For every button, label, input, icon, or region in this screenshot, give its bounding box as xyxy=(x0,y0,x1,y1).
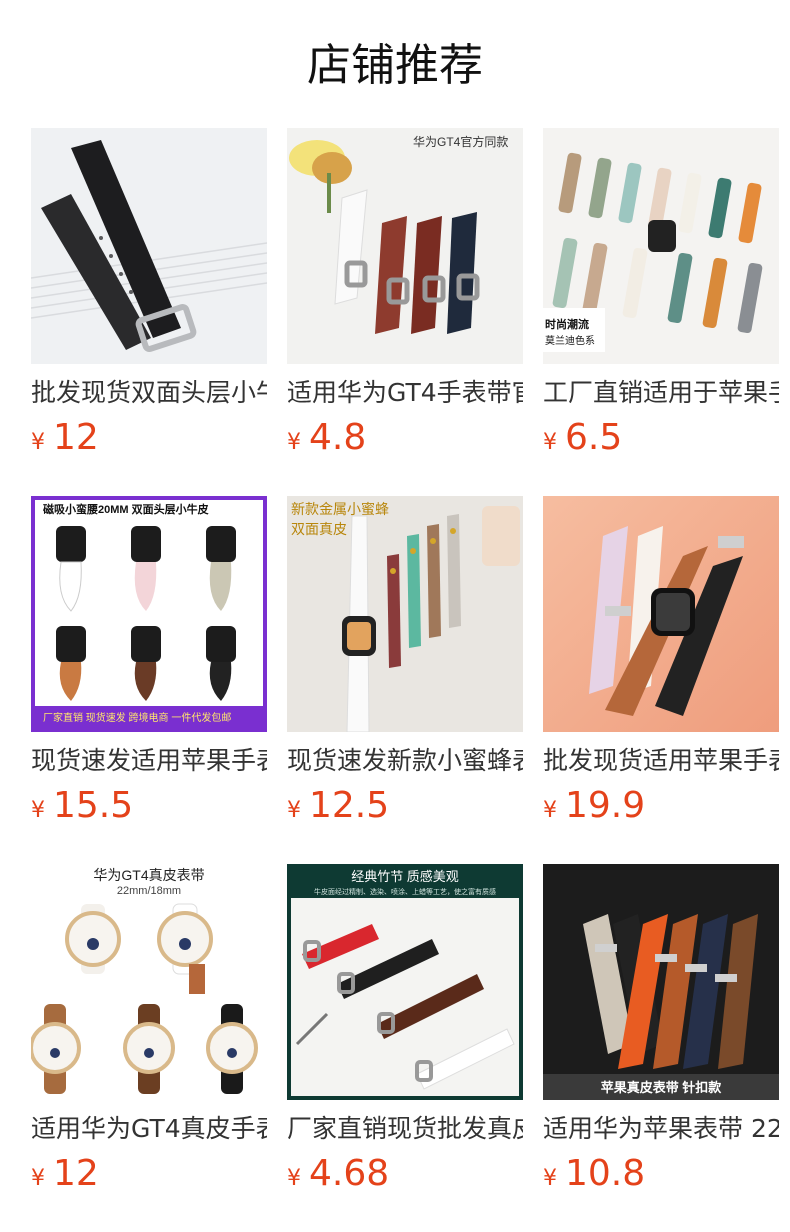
image-subcaption: 厂家直销 现货速发 跨境电商 一件代发包邮 xyxy=(43,711,231,724)
product-name[interactable]: 批发现货双面头层小牛皮表带 xyxy=(31,376,267,410)
bamboo-grain-straps-image: 经典竹节 质感美观 牛皮面经过精制、选染、喷涂、上蜡等工艺，使之富有质感 xyxy=(287,864,523,1100)
currency-symbol: ¥ xyxy=(543,798,557,823)
huawei-leather-straps-image: 华为GT4官方同款 xyxy=(287,128,523,364)
product-price: ¥4.8 xyxy=(287,416,523,460)
currency-symbol: ¥ xyxy=(287,798,301,823)
product-name[interactable]: 适用华为苹果表带 22mm xyxy=(543,1112,779,1146)
price-value: 12 xyxy=(53,1153,99,1194)
product-card[interactable]: 磁吸小蛮腰20MM 双面头层小牛皮 厂家直销 现货速发 跨境电商 一件代发包邮 … xyxy=(31,496,267,828)
image-caption: 时尚潮流 xyxy=(545,317,589,331)
product-price: ¥10.8 xyxy=(543,1152,779,1196)
price-value: 19.9 xyxy=(565,785,646,826)
product-price: ¥12 xyxy=(31,416,267,460)
product-image[interactable]: 时尚潮流 莫兰迪色系 xyxy=(543,128,779,364)
product-card[interactable]: 华为GT4真皮表带 22mm/18mm 适用华为GT4真皮手 ¥ 12 xyxy=(31,864,267,1196)
image-caption: 华为GT4官方同款 xyxy=(413,134,508,149)
product-name[interactable]: 厂家直销现货批发真皮表带 xyxy=(287,1112,523,1146)
product-price: ¥12 xyxy=(31,1152,267,1196)
product-name[interactable]: 适用华为GT4手表带官方同款 xyxy=(287,376,523,410)
product-card[interactable]: 经典竹节 质感美观 牛皮面经过精制、选染、喷涂、上蜡等工艺，使之富有质感 厂家直… xyxy=(287,864,523,1196)
product-image[interactable]: 华为GT4官方同款 xyxy=(287,128,523,364)
product-image[interactable]: 苹果真皮表带 针扣款 xyxy=(543,864,779,1100)
slim-waist-watch-straps-image: 磁吸小蛮腰20MM 双面头层小牛皮 厂家直销 现货速发 跨境电商 一件代发包邮 xyxy=(31,496,267,732)
product-card[interactable]: 新款金属小蜜蜂 双面真皮 现货速发新款小蜜蜂表带 ¥12.5 xyxy=(287,496,523,828)
product-price: ¥6.5 xyxy=(543,416,779,460)
product-image[interactable]: 新款金属小蜜蜂 双面真皮 xyxy=(287,496,523,732)
currency-symbol: ¥ xyxy=(31,430,45,455)
product-name[interactable]: 现货速发新款小蜜蜂表带 xyxy=(287,744,523,778)
price-value: 12 xyxy=(53,417,99,458)
product-name[interactable]: 批发现货适用苹果手表带 xyxy=(543,744,779,778)
image-caption: 苹果真皮表带 针扣款 xyxy=(601,1080,723,1095)
product-name[interactable]: 适用华为GT4真皮手表带 xyxy=(31,1112,267,1146)
currency-symbol: ¥ xyxy=(31,1166,45,1191)
product-price: ¥15.5 xyxy=(31,784,267,828)
bee-buckle-straps-image: 新款金属小蜜蜂 双面真皮 xyxy=(287,496,523,732)
product-card[interactable]: 华为GT4官方同款 适用华为GT4手表带官方同款 ¥4.8 xyxy=(287,128,523,460)
price-value: 10.8 xyxy=(565,1153,646,1194)
image-caption: 经典竹节 质感美观 xyxy=(351,869,459,884)
price-value: 15.5 xyxy=(53,785,134,826)
image-caption: 新款金属小蜜蜂 xyxy=(291,501,389,517)
product-image[interactable] xyxy=(31,128,267,364)
product-price: ¥4.68 xyxy=(287,1152,523,1196)
black-leather-strap-image xyxy=(31,128,267,364)
image-subcaption: 双面真皮 xyxy=(291,521,347,537)
section-title: 店铺推荐 xyxy=(307,40,483,91)
product-image[interactable]: 磁吸小蛮腰20MM 双面头层小牛皮 厂家直销 现货速发 跨境电商 一件代发包邮 xyxy=(31,496,267,732)
product-image[interactable]: 经典竹节 质感美观 牛皮面经过精制、选染、喷涂、上蜡等工艺，使之富有质感 xyxy=(287,864,523,1100)
morandi-color-straps-image: 时尚潮流 莫兰迪色系 xyxy=(543,128,779,364)
price-value: 4.8 xyxy=(309,417,367,458)
currency-symbol: ¥ xyxy=(287,1166,301,1191)
product-card[interactable]: 苹果真皮表带 针扣款 适用华为苹果表带 22mm ¥10.8 xyxy=(543,864,779,1196)
apple-pin-buckle-straps-image: 苹果真皮表带 针扣款 xyxy=(543,864,779,1100)
image-subcaption: 22mm/18mm xyxy=(117,885,181,897)
woven-leather-straps-image xyxy=(543,496,779,732)
gt4-leather-watches-image: 华为GT4真皮表带 22mm/18mm xyxy=(31,864,267,1100)
price-value: 12.5 xyxy=(309,785,390,826)
currency-symbol: ¥ xyxy=(543,1166,557,1191)
product-image[interactable] xyxy=(543,496,779,732)
image-subcaption: 莫兰迪色系 xyxy=(545,334,595,347)
price-value: 4.68 xyxy=(309,1153,390,1194)
product-card[interactable]: 时尚潮流 莫兰迪色系 工厂直销适用于苹果手表带 ¥6.5 xyxy=(543,128,779,460)
image-caption: 华为GT4真皮表带 xyxy=(93,867,204,883)
product-price: ¥19.9 xyxy=(543,784,779,828)
image-subcaption: 牛皮面经过精制、选染、喷涂、上蜡等工艺，使之富有质感 xyxy=(314,887,496,896)
product-name[interactable]: 工厂直销适用于苹果手表带 xyxy=(543,376,779,410)
currency-symbol: ¥ xyxy=(31,798,45,823)
product-image[interactable]: 华为GT4真皮表带 22mm/18mm xyxy=(31,864,267,1100)
product-card[interactable]: 批发现货适用苹果手表带 ¥19.9 xyxy=(543,496,779,828)
product-price: ¥12.5 xyxy=(287,784,523,828)
price-value: 6.5 xyxy=(565,417,623,458)
currency-symbol: ¥ xyxy=(287,430,301,455)
product-card[interactable]: 批发现货双面头层小牛皮表带 ¥12 xyxy=(31,128,267,460)
image-caption: 磁吸小蛮腰20MM 双面头层小牛皮 xyxy=(43,502,209,516)
currency-symbol: ¥ xyxy=(543,430,557,455)
product-name[interactable]: 现货速发适用苹果手表带 xyxy=(31,744,267,778)
